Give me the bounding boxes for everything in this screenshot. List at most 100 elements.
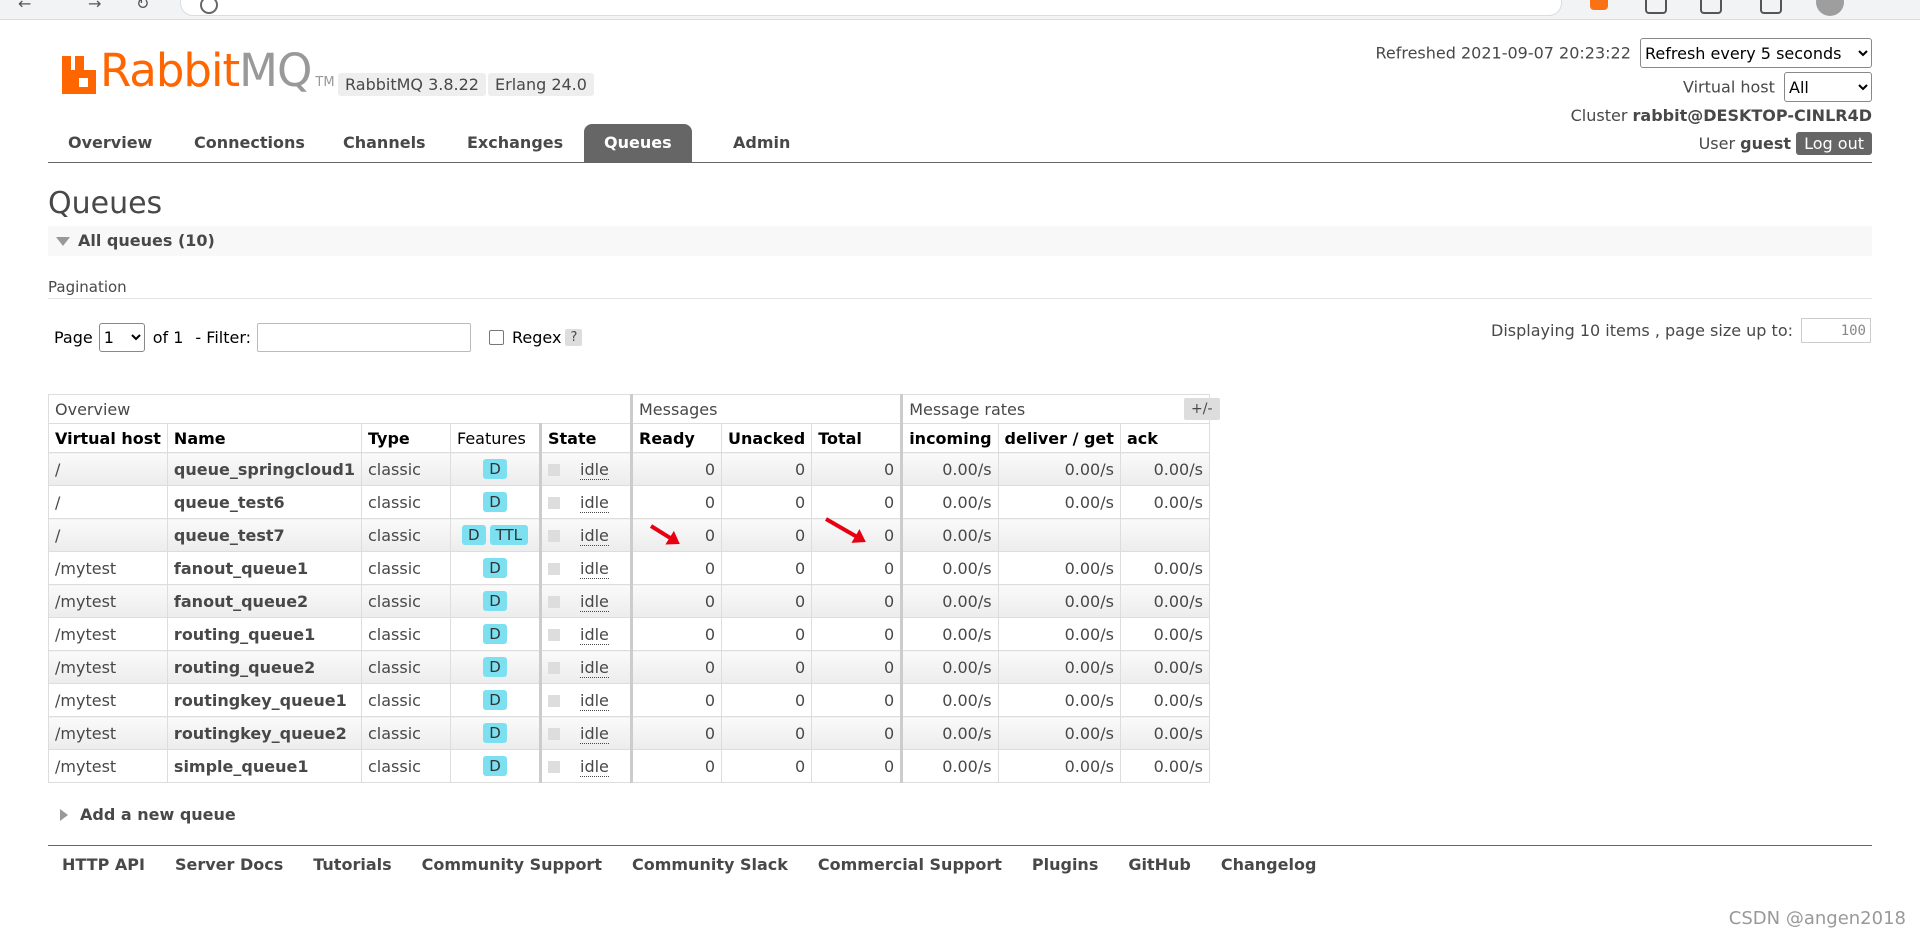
address-bar[interactable] [180,0,1562,16]
cell-queue-name[interactable]: queue_test7 [166,518,363,552]
cell-virtual-host: /mytest [48,650,168,684]
cell-deliver-get-rate: 0.00/s [997,551,1121,585]
footer-link-community-support[interactable]: Community Support [422,855,602,874]
cell-total: 0 [811,452,903,486]
feature-badge: D [483,657,507,677]
feature-badge: D [483,459,507,479]
cell-queue-name[interactable]: routing_queue1 [166,617,363,651]
cell-type: classic [361,485,451,519]
regex-help-button[interactable]: ? [565,328,583,346]
col-type[interactable]: Type [361,423,451,453]
cell-unacked: 0 [720,551,813,585]
tab-overview[interactable]: Overview [48,124,172,162]
cell-ready: 0 [630,617,722,651]
cell-features: D [450,617,541,651]
cell-ack-rate: 0.00/s [1119,749,1210,783]
footer-link-server-docs[interactable]: Server Docs [175,855,283,874]
tab-channels[interactable]: Channels [323,124,446,162]
page-label: Page [54,327,93,347]
back-icon[interactable]: ← [18,0,31,13]
cell-features: D [450,716,541,750]
col-deliver-get[interactable]: deliver / get [997,423,1121,453]
page-title: Queues [48,186,163,221]
cell-queue-name[interactable]: queue_test6 [166,485,363,519]
feature-badge: D [483,558,507,578]
settings-icon[interactable] [1645,0,1667,14]
refresh-interval-select[interactable]: Refresh every 5 seconds [1640,38,1872,68]
cell-type: classic [361,551,451,585]
cell-state: idle [539,551,632,585]
col-incoming[interactable]: incoming [900,423,999,453]
cell-total: 0 [811,551,903,585]
regex-checkbox[interactable] [489,329,505,345]
page-select[interactable]: 1 [98,322,145,352]
cell-queue-name[interactable]: routingkey_queue2 [166,716,363,750]
col-total[interactable]: Total [811,423,903,453]
cell-type: classic [361,452,451,486]
table-row: /mytest fanout_queue2 classic Didle 0 0 0 0.00/… [48,584,1210,618]
regex-label: Regex [512,327,562,347]
tab-queues[interactable]: Queues [584,124,692,162]
cell-queue-name[interactable]: fanout_queue1 [166,551,363,585]
state-text: idle [580,723,609,744]
cluster-row: Cluster rabbit@DESKTOP-CINLR4D [1571,106,1872,125]
rabbitmq-logo[interactable]: RabbitMQ TM [62,48,335,94]
col-name[interactable]: Name [166,423,363,453]
col-unacked[interactable]: Unacked [720,423,813,453]
watermark: CSDN @angen2018 [1728,908,1906,929]
extensions-icon[interactable] [1760,0,1782,14]
forward-icon[interactable]: → [88,0,101,13]
columns-toggle-button[interactable]: +/- [1184,398,1220,420]
cell-total: 0 [811,650,903,684]
share-icon[interactable] [1700,0,1722,14]
cell-features: D TTL [450,518,541,552]
page-size-input[interactable]: 100 [1801,318,1871,343]
footer-link-plugins[interactable]: Plugins [1032,855,1098,874]
display-info: Displaying 10 items , page size up to: 1… [1491,318,1871,343]
footer-link-github[interactable]: GitHub [1128,855,1191,874]
cell-ready: 0 [630,452,722,486]
tab-admin[interactable]: Admin [713,124,810,162]
tab-exchanges[interactable]: Exchanges [447,124,583,162]
col-ack[interactable]: ack [1119,423,1210,453]
state-indicator-icon [548,563,560,575]
cell-queue-name[interactable]: fanout_queue2 [166,584,363,618]
cell-state: idle [539,683,632,717]
tab-connections[interactable]: Connections [174,124,325,162]
cell-features: D [450,650,541,684]
cell-incoming-rate: 0.00/s [900,518,999,552]
all-queues-section-toggle[interactable]: All queues (10) [48,226,1872,256]
cell-total: 0 [811,683,903,717]
profile-avatar[interactable] [1816,0,1844,16]
section-title: All queues (10) [78,231,215,250]
footer-link-tutorials[interactable]: Tutorials [313,855,391,874]
add-new-queue-toggle[interactable]: Add a new queue [60,805,236,824]
cell-ack-rate: 0.00/s [1119,485,1210,519]
footer-link-changelog[interactable]: Changelog [1221,855,1317,874]
footer-link-community-slack[interactable]: Community Slack [632,855,788,874]
cell-deliver-get-rate: 0.00/s [997,452,1121,486]
filter-input[interactable] [257,322,472,352]
extension-icon[interactable] [1590,0,1608,10]
col-ready[interactable]: Ready [630,423,722,453]
cell-queue-name[interactable]: simple_queue1 [166,749,363,783]
reload-icon[interactable]: ↻ [136,0,149,13]
state-text: idle [580,525,609,546]
cell-queue-name[interactable]: queue_springcloud1 [166,452,363,486]
state-text: idle [580,459,609,480]
state-text: idle [580,657,609,678]
cell-queue-name[interactable]: routing_queue2 [166,650,363,684]
cell-virtual-host: /mytest [48,584,168,618]
cell-incoming-rate: 0.00/s [900,485,999,519]
vhost-label: Virtual host [1683,77,1775,97]
footer-link-http-api[interactable]: HTTP API [62,855,145,874]
col-state[interactable]: State [539,423,632,453]
col-virtual-host[interactable]: Virtual host [48,423,168,453]
state-indicator-icon [548,695,560,707]
cell-type: classic [361,518,451,552]
vhost-select[interactable]: All [1784,72,1872,102]
browser-toolbar: ← → ↻ [0,0,1920,20]
footer-link-commercial-support[interactable]: Commercial Support [818,855,1002,874]
group-overview: Overview [48,394,632,424]
cell-queue-name[interactable]: routingkey_queue1 [166,683,363,717]
